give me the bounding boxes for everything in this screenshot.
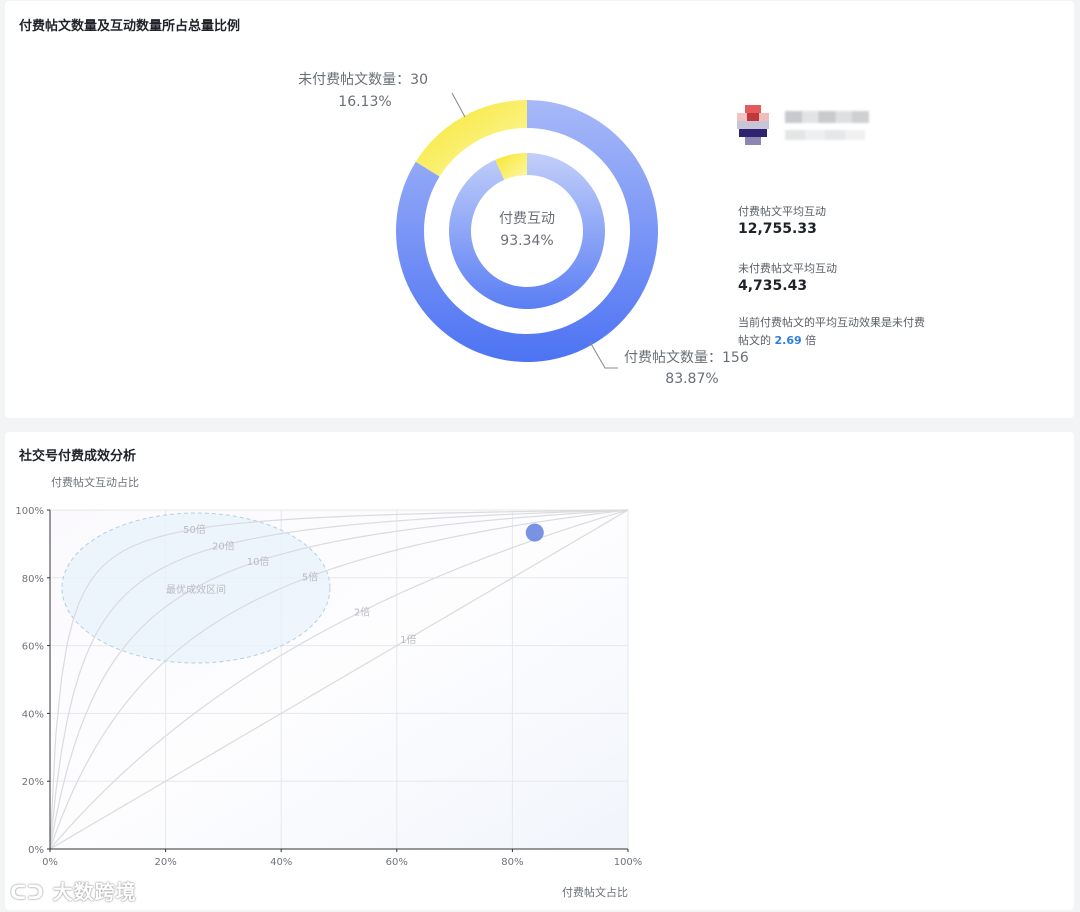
unpaid-count-label: 未付费帖文数量：30	[298, 72, 428, 88]
unpaid-avg-label: 未付费帖文平均互动	[738, 262, 837, 275]
account-point[interactable]	[525, 523, 544, 542]
y-tick-label: 80%	[22, 574, 44, 585]
effect-scatter-chart: 最优成效区间 1倍 2倍 5倍 10倍 20倍 50倍 0%0% 20% 20% 40% 40% 6…	[15, 475, 642, 899]
x-tick-label: 80%	[501, 857, 523, 868]
unpaid-avg-value: 4,735.43	[738, 278, 808, 294]
watermark: ᑕᑐ 大数跨境	[10, 876, 137, 905]
optimal-zone-label: 最优成效区间	[166, 583, 226, 596]
paid-pct-label: 83.87%	[665, 371, 718, 387]
curve-label-2x: 2倍	[354, 605, 370, 618]
summary-ratio: 2.69	[774, 334, 802, 347]
donut-chart: 未付费帖文数量：30 16.13% 付费帖文数量：156 83.87% 付费互动…	[298, 72, 749, 387]
summary-prefix: 当前付费帖文的平均互动效果是未付费帖文的	[738, 316, 925, 347]
curve-label-1x: 1倍	[400, 633, 416, 646]
paid-avg-value: 12,755.33	[738, 221, 817, 237]
paid-count-label: 付费帖文数量：156	[624, 350, 749, 366]
y-axis-title: 付费帖文互动占比	[51, 475, 139, 489]
y-tick-label: 20%	[22, 777, 44, 788]
curve-label-20x: 20倍	[212, 539, 235, 552]
x-tick-label: 40%	[270, 857, 292, 868]
summary-suffix: 倍	[805, 334, 817, 347]
account-sub-blurred	[785, 130, 865, 140]
data-points	[525, 523, 544, 542]
y-tick-label: 0%	[28, 845, 44, 856]
watermark-text: 大数跨境	[52, 880, 137, 904]
x-tick-label: 20%	[154, 857, 176, 868]
curve-label-10x: 10倍	[247, 555, 270, 568]
charts-svg: 未付费帖文数量：30 16.13% 付费帖文数量：156 83.87% 付费互动…	[15, 72, 749, 899]
y-tick-label: 60%	[22, 642, 44, 653]
avatar[interactable]	[733, 103, 773, 147]
donut-center-value: 93.34%	[500, 233, 553, 249]
unpaid-leader-line	[451, 92, 466, 118]
donut-center-label: 付费互动	[499, 211, 555, 227]
x-axis-title: 付费帖文占比	[562, 885, 628, 899]
avatar-image	[733, 103, 773, 147]
paid-leader-line	[589, 341, 618, 369]
donut-inner-paid-slice[interactable]	[448, 153, 605, 309]
x-tick-label: 60%	[386, 857, 408, 868]
account-name-blurred	[785, 111, 869, 123]
curve-label-50x: 50倍	[183, 523, 206, 536]
y-tick-label: 100%	[15, 506, 44, 517]
x-tick-label: 0%	[42, 857, 58, 868]
y-tick-label: 40%	[22, 709, 44, 720]
watermark-icon: ᑕᑐ	[10, 880, 45, 904]
curve-label-5x: 5倍	[302, 571, 318, 584]
x-tick-label: 100%	[614, 857, 643, 868]
paid-avg-label: 付费帖文平均互动	[738, 205, 826, 218]
summary-text: 当前付费帖文的平均互动效果是未付费帖文的 2.69 倍	[738, 314, 928, 350]
unpaid-pct-label: 16.13%	[338, 94, 391, 110]
